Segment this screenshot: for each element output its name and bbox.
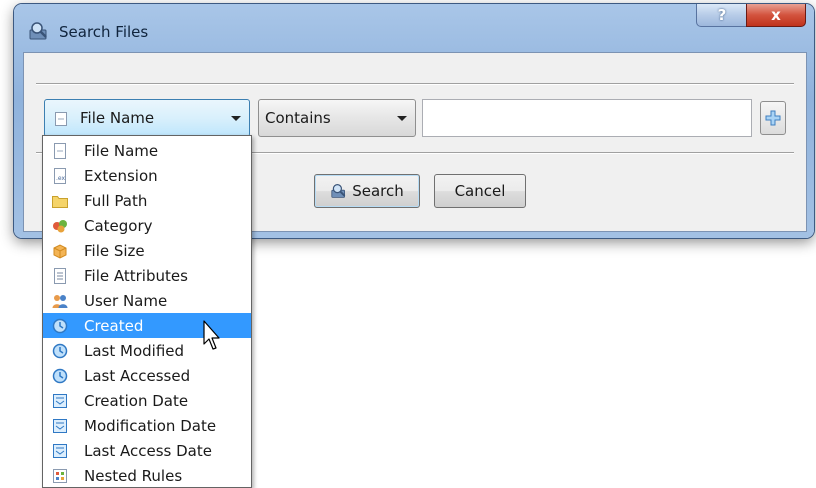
list-item-modification-date[interactable]: Modification Date <box>43 413 251 438</box>
list-item-file-size[interactable]: File Size <box>43 238 251 263</box>
list-item-label: Category <box>84 217 153 235</box>
file-attributes-icon <box>54 268 66 284</box>
svg-text:.ex: .ex <box>56 175 65 182</box>
list-item-label: Extension <box>84 167 158 185</box>
mouse-pointer-icon <box>203 320 220 350</box>
file-name-icon <box>54 143 66 159</box>
field-dropdown-list[interactable]: File Name .ex Extension Full Path Catego… <box>42 135 252 488</box>
folder-icon <box>52 196 68 208</box>
help-button[interactable]: ? <box>696 4 748 27</box>
list-item-last-accessed[interactable]: Last Accessed <box>43 363 251 388</box>
close-button[interactable]: x <box>746 4 806 27</box>
list-item-label: User Name <box>84 292 168 310</box>
cancel-button[interactable]: Cancel <box>434 174 526 208</box>
date-icon <box>53 394 67 408</box>
list-item-label: Nested Rules <box>84 467 183 485</box>
extension-icon: .ex <box>54 168 66 184</box>
window-title: Search Files <box>59 23 149 41</box>
file-name-icon <box>55 112 67 126</box>
date-icon <box>53 419 67 433</box>
list-item-label: Last Access Date <box>84 442 212 460</box>
list-item-extension[interactable]: .ex Extension <box>43 163 251 188</box>
clock-icon <box>52 368 68 384</box>
operator-combobox-value: Contains <box>265 109 331 127</box>
chevron-down-icon <box>231 116 241 121</box>
plus-icon <box>765 110 781 126</box>
list-item-label: File Attributes <box>84 267 188 285</box>
list-item-creation-date[interactable]: Creation Date <box>43 388 251 413</box>
user-icon <box>52 295 68 308</box>
category-icon <box>53 220 67 233</box>
list-item-label: Full Path <box>84 192 148 210</box>
date-icon <box>53 444 67 458</box>
field-combobox[interactable]: File Name <box>44 99 250 137</box>
nested-rules-icon <box>53 469 67 483</box>
clock-icon <box>52 318 68 334</box>
list-item-label: Modification Date <box>84 417 217 435</box>
list-item-nested-rules[interactable]: Nested Rules <box>43 463 251 488</box>
close-icon: x <box>771 6 781 24</box>
list-item-full-path[interactable]: Full Path <box>43 188 251 213</box>
search-button-label: Search <box>352 182 404 200</box>
list-item-label: Creation Date <box>84 392 189 410</box>
search-app-icon <box>29 22 47 40</box>
list-item-category[interactable]: Category <box>43 213 251 238</box>
chevron-down-icon <box>397 116 407 121</box>
add-rule-button[interactable] <box>760 101 786 135</box>
list-item-label: Last Accessed <box>84 367 191 385</box>
list-item-file-name[interactable]: File Name <box>43 138 251 163</box>
list-item-label: File Size <box>84 242 145 260</box>
cancel-button-label: Cancel <box>454 182 506 200</box>
list-item-label: File Name <box>84 142 159 160</box>
list-item-last-access-date[interactable]: Last Access Date <box>43 438 251 463</box>
field-combobox-value: File Name <box>80 109 155 127</box>
list-item-label: Created <box>84 317 144 335</box>
list-item-file-attributes[interactable]: File Attributes <box>43 263 251 288</box>
file-size-icon <box>53 244 67 259</box>
list-item-user-name[interactable]: User Name <box>43 288 251 313</box>
list-item-label: Last Modified <box>84 342 185 360</box>
search-icon <box>331 184 346 198</box>
clock-icon <box>52 343 68 359</box>
operator-combobox[interactable]: Contains <box>258 99 416 137</box>
title-bar[interactable]: Search Files ? x <box>14 4 814 52</box>
top-divider <box>36 83 794 85</box>
help-icon: ? <box>717 6 727 24</box>
search-value-input[interactable] <box>422 99 752 137</box>
search-button[interactable]: Search <box>314 174 420 208</box>
